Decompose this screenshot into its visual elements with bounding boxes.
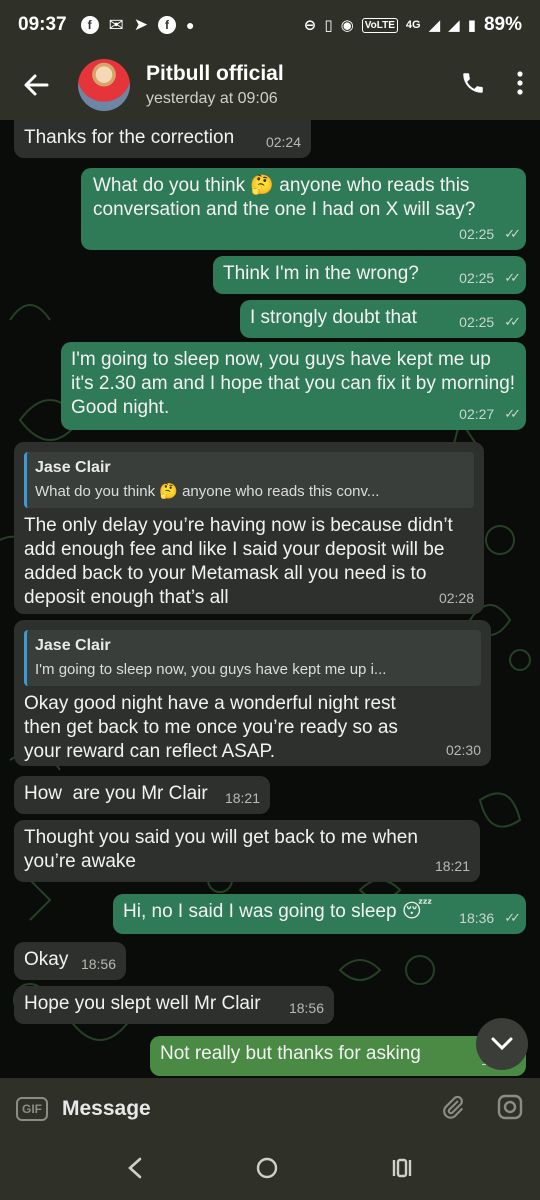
dnd-icon: ⊖ (303, 17, 317, 34)
message-outgoing[interactable]: Think I'm in the wrong? 02:25 ✓✓ (213, 256, 526, 294)
nav-recents-icon[interactable] (390, 1157, 414, 1184)
signal-icon: ◢ (448, 17, 460, 34)
message-time: 02:24 (265, 134, 301, 150)
message-time: 02:27 ✓✓ (459, 402, 521, 426)
read-check-icon: ✓✓ (504, 314, 521, 329)
system-nav-bar (0, 1140, 540, 1200)
message-incoming[interactable]: Okay 18:56 (14, 942, 126, 980)
message-time: 18:56 (80, 956, 116, 972)
chat-title: Pitbull official (146, 62, 284, 85)
hotspot-icon: ◉ (340, 17, 354, 34)
message-incoming[interactable]: Thanks for the correction 02:24 (14, 120, 311, 158)
status-bar: 09:37 f ✉ ➤ f ● ⊖ ▯ ◉ VoLTE 4G ◢ ◢ ▮ 89% (0, 0, 540, 50)
reply-author: Jase Clair (35, 459, 111, 476)
message-input[interactable] (62, 1097, 402, 1121)
more-menu-icon[interactable] (516, 70, 524, 101)
read-check-icon: ✓✓ (504, 910, 521, 925)
message-time: 02:30 (445, 742, 481, 758)
message-time: 02:25 ✓✓ (459, 222, 521, 246)
scroll-down-button[interactable] (476, 1018, 528, 1070)
last-seen-text: yesterday at 09:06 (146, 90, 278, 107)
message-text: Okay (24, 949, 69, 970)
back-arrow-icon[interactable] (16, 65, 56, 105)
chat-header: Pitbull official yesterday at 09:06 (0, 50, 540, 120)
mail-icon: ✉ (108, 14, 124, 35)
telegram-icon: ➤ (133, 15, 148, 34)
chat-title-block[interactable]: Pitbull official yesterday at 09:06 (146, 62, 284, 108)
facebook-icon: f (157, 16, 176, 34)
message-text: Thought you said you will get back to me… (24, 827, 418, 872)
message-time: 18:56 (288, 1000, 324, 1016)
reply-preview[interactable]: Jase Clair What do you think 🤔 anyone wh… (24, 452, 474, 508)
network-type: 4G (405, 19, 421, 31)
message-text: Hope you slept well Mr Clair (24, 993, 261, 1014)
message-text: I strongly doubt that (250, 307, 417, 328)
message-incoming[interactable]: Hope you slept well Mr Clair 18:56 (14, 986, 334, 1024)
message-text: The only delay you’re having now is beca… (24, 515, 453, 608)
signal-icon: ◢ (428, 17, 441, 34)
phone-icon[interactable] (460, 70, 486, 101)
message-time: 18:36 ✓✓ (459, 906, 521, 930)
chevron-down-icon (491, 1037, 513, 1051)
message-text: Think I'm in the wrong? (223, 263, 419, 284)
reply-author: Jase Clair (35, 637, 111, 654)
chat-area[interactable]: Thanks for the correction 02:24 What do … (0, 120, 540, 1078)
attach-icon[interactable] (440, 1092, 466, 1127)
reply-preview[interactable]: Jase Clair I'm going to sleep now, you g… (24, 630, 481, 686)
status-time: 09:37 (18, 14, 67, 35)
read-check-icon: ✓✓ (504, 226, 521, 241)
avatar[interactable] (78, 59, 130, 111)
message-outgoing[interactable]: Hi, no I said I was going to sleep 😴 18:… (113, 894, 526, 934)
message-text: Thanks for the correction (24, 127, 235, 148)
message-outgoing[interactable]: Not really but thanks for asking 19:10 (150, 1036, 526, 1076)
message-time: 02:25 ✓✓ (459, 310, 521, 334)
message-text: What do you think 🤔 anyone who reads thi… (93, 175, 476, 220)
read-check-icon: ✓✓ (504, 406, 521, 421)
nav-home-icon[interactable] (255, 1156, 279, 1185)
message-text: I'm going to sleep now, you guys have ke… (71, 349, 516, 418)
system-icons: ⊖ ▯ ◉ VoLTE 4G ◢ ◢ ▮ 89% (304, 14, 522, 36)
read-check-icon: ✓✓ (504, 270, 521, 285)
volte-badge: VoLTE (361, 17, 398, 33)
battery-level: 89% (483, 14, 522, 35)
message-text: Hi, no I said I was going to sleep 😴 (123, 901, 433, 922)
facebook-icon: f (80, 16, 99, 34)
message-text: Not really but thanks for asking (160, 1043, 421, 1064)
reply-text: What do you think 🤔 anyone who reads thi… (35, 483, 380, 500)
message-time: 18:21 (224, 790, 260, 806)
message-text: Okay good night have a wonderful night r… (24, 693, 398, 762)
message-incoming[interactable]: Jase Clair I'm going to sleep now, you g… (14, 620, 491, 766)
message-outgoing[interactable]: I'm going to sleep now, you guys have ke… (61, 342, 526, 430)
vibrate-icon: ▯ (324, 17, 333, 34)
message-outgoing[interactable]: I strongly doubt that 02:25 ✓✓ (240, 300, 526, 338)
message-text: How are you Mr Clair (24, 783, 208, 804)
reply-text: I'm going to sleep now, you guys have ke… (35, 661, 387, 678)
dot-icon: ● (185, 17, 195, 33)
gif-icon[interactable]: GIF (16, 1097, 48, 1121)
nav-back-icon[interactable] (126, 1157, 144, 1184)
message-time: 02:25 ✓✓ (459, 266, 521, 290)
camera-icon[interactable] (496, 1093, 524, 1126)
notification-icons: f ✉ ➤ f ● (80, 14, 195, 36)
battery-icon: ▮ (467, 17, 476, 34)
message-time: 18:21 (434, 858, 470, 874)
message-incoming[interactable]: Thought you said you will get back to me… (14, 820, 480, 882)
message-incoming[interactable]: Jase Clair What do you think 🤔 anyone wh… (14, 442, 484, 614)
message-input-bar: GIF (0, 1078, 540, 1140)
message-outgoing[interactable]: What do you think 🤔 anyone who reads thi… (81, 168, 526, 250)
message-incoming[interactable]: How are you Mr Clair 18:21 (14, 776, 270, 814)
message-time: 02:28 (438, 590, 474, 606)
